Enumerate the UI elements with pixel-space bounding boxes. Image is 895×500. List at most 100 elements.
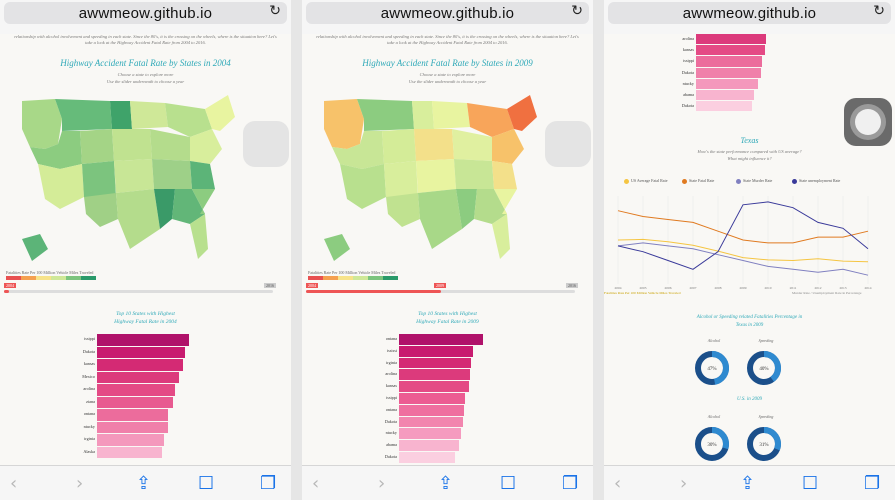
state-shape[interactable]	[114, 159, 154, 193]
legend-entry[interactable]: State Murder Rate	[736, 178, 772, 184]
bar[interactable]	[696, 101, 752, 112]
bar-row[interactable]: arolina	[302, 369, 397, 377]
state-shape[interactable]	[130, 101, 168, 129]
forward-icon[interactable]: ›	[76, 473, 83, 494]
share-icon[interactable]: ⇪	[136, 473, 151, 494]
bar-row[interactable]: Alaska	[0, 447, 95, 455]
state-shape[interactable]	[416, 159, 456, 193]
state-shape[interactable]	[324, 234, 350, 261]
bar[interactable]	[696, 90, 754, 101]
bar-row[interactable]: Dakota	[604, 68, 694, 76]
bar[interactable]	[399, 334, 483, 345]
state-shape[interactable]	[22, 99, 62, 149]
bar-row[interactable]: abama	[604, 90, 694, 98]
bar-row[interactable]: arolina	[0, 384, 95, 392]
bar-row[interactable]: Dakota	[0, 347, 95, 355]
state-shape[interactable]	[112, 129, 152, 161]
year-slider[interactable]	[4, 290, 273, 293]
bar-row[interactable]: kansas	[604, 45, 694, 53]
bar-row[interactable]: Dakota	[604, 101, 694, 109]
url-field[interactable]: awwmeow.github.io ↻	[306, 2, 589, 24]
state-shape[interactable]	[357, 99, 414, 131]
bar-row[interactable]: ntucky	[302, 428, 397, 436]
state-shape[interactable]	[382, 129, 416, 164]
address-bar[interactable]: awwmeow.github.io ↻	[302, 0, 593, 34]
bar[interactable]	[399, 369, 471, 381]
bar[interactable]	[97, 434, 165, 446]
bar[interactable]	[97, 334, 190, 346]
tabs-icon[interactable]: ❐	[864, 473, 880, 494]
bar-row[interactable]: issippi	[0, 334, 95, 342]
forward-icon[interactable]: ›	[680, 473, 687, 494]
state-shape[interactable]	[324, 99, 364, 149]
bar-row[interactable]: arolina	[604, 34, 694, 42]
us-map[interactable]	[0, 89, 291, 289]
reload-icon[interactable]: ↻	[571, 3, 583, 19]
bookmarks-icon[interactable]: ☐	[198, 473, 214, 494]
bar-row[interactable]: ntucky	[0, 422, 95, 430]
year-slider-fill[interactable]	[4, 290, 10, 293]
bar[interactable]	[696, 67, 762, 78]
bar[interactable]	[399, 345, 473, 357]
bar-row[interactable]: issippi	[604, 56, 694, 64]
state-shape[interactable]	[82, 161, 116, 197]
bar-row[interactable]: irginia	[0, 434, 95, 442]
us-map[interactable]	[302, 89, 593, 289]
share-icon[interactable]: ⇪	[438, 473, 453, 494]
bar[interactable]	[97, 346, 186, 358]
bar-row[interactable]: ziana	[0, 397, 95, 405]
bar-row[interactable]: ontana	[302, 334, 397, 342]
share-icon[interactable]: ⇪	[740, 473, 755, 494]
tabs-icon[interactable]: ❐	[562, 473, 578, 494]
bar-row[interactable]: ntucky	[604, 79, 694, 87]
bar[interactable]	[399, 404, 465, 416]
forward-icon[interactable]: ›	[378, 473, 385, 494]
state-shape[interactable]	[55, 99, 112, 131]
bar[interactable]	[399, 381, 469, 392]
bar[interactable]	[97, 359, 184, 371]
year-slider-fill[interactable]	[306, 290, 441, 293]
bar-row[interactable]: abama	[302, 440, 397, 448]
texas-line-chart[interactable]: 2004 2005 2006 2007 2008 2009 2010 2011 2012 2013…	[612, 192, 872, 292]
reload-icon[interactable]: ↻	[873, 3, 885, 19]
bar-row[interactable]: kansas	[302, 381, 397, 389]
state-shape[interactable]	[116, 189, 160, 249]
state-shape[interactable]	[492, 161, 517, 189]
bar[interactable]	[97, 446, 163, 458]
state-shape[interactable]	[418, 189, 462, 249]
bar-row[interactable]: Dakota	[302, 452, 397, 460]
bar[interactable]	[696, 78, 758, 89]
state-shape[interactable]	[84, 193, 118, 227]
bar[interactable]	[399, 357, 471, 369]
map-states[interactable]	[22, 95, 235, 261]
state-shape[interactable]	[80, 129, 114, 164]
state-shape[interactable]	[454, 159, 494, 189]
bar[interactable]	[97, 371, 179, 383]
url-field[interactable]: awwmeow.github.io ↻	[608, 2, 891, 24]
bar[interactable]	[399, 452, 455, 463]
state-shape[interactable]	[340, 164, 386, 209]
bar[interactable]	[399, 428, 461, 440]
url-field[interactable]: awwmeow.github.io ↻	[4, 2, 287, 24]
year-slider[interactable]	[306, 290, 575, 293]
bookmarks-icon[interactable]: ☐	[500, 473, 516, 494]
bar[interactable]	[97, 396, 173, 408]
state-shape[interactable]	[414, 129, 454, 161]
state-shape[interactable]	[432, 101, 470, 129]
state-shape[interactable]	[190, 161, 215, 189]
bar-row[interactable]: ontana	[0, 409, 95, 417]
bar[interactable]	[97, 384, 175, 396]
bar-row[interactable]: ontana	[302, 405, 397, 413]
state-shape[interactable]	[384, 161, 418, 197]
bar-row[interactable]: issippi	[302, 393, 397, 401]
state-shape[interactable]	[38, 164, 84, 209]
legend-entry[interactable]: State unemployment Rate	[792, 178, 840, 184]
legend-entry[interactable]: US Average Fatal Rate	[624, 178, 667, 184]
bar-row[interactable]: kansas	[0, 359, 95, 367]
back-icon[interactable]: ‹	[312, 473, 319, 494]
bookmarks-icon[interactable]: ☐	[802, 473, 818, 494]
bar[interactable]	[399, 440, 459, 451]
bar[interactable]	[399, 416, 463, 428]
bar[interactable]	[696, 56, 762, 67]
bar[interactable]	[696, 34, 766, 45]
